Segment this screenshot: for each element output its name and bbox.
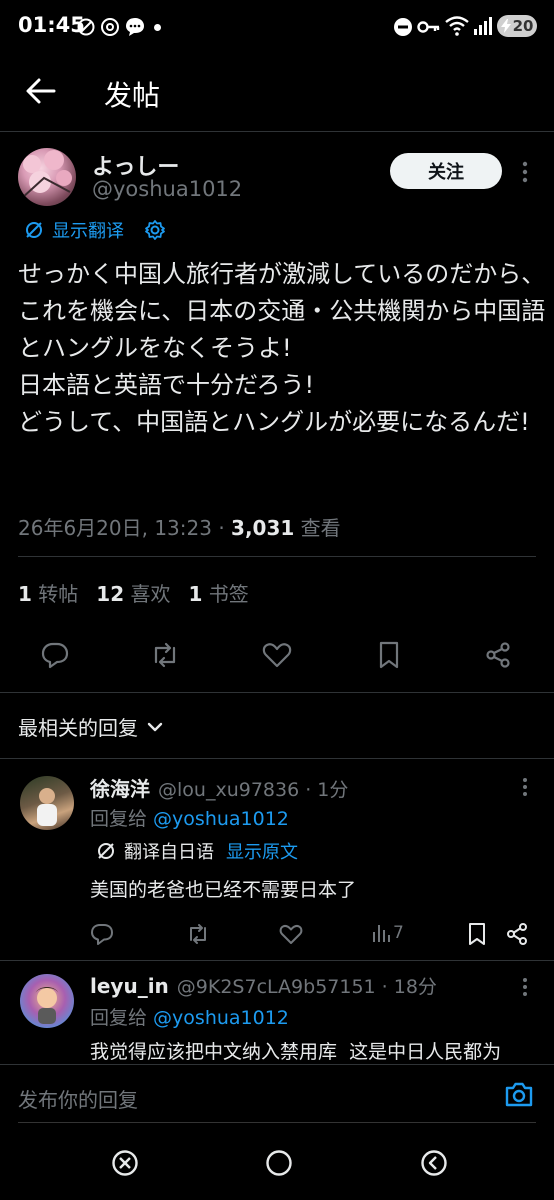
reply-avatar[interactable]	[20, 974, 74, 1028]
dnd-status-icon	[394, 18, 412, 36]
meta-divider	[18, 556, 536, 557]
reply-more-icon[interactable]	[521, 776, 529, 798]
battery-indicator: 20	[497, 15, 537, 37]
notification-dot-icon	[154, 24, 161, 31]
reposts-stat[interactable]: 1 转帖	[18, 578, 78, 607]
show-original-link[interactable]: 显示原文	[226, 838, 298, 864]
header-divider	[0, 131, 554, 132]
reply-to-handle[interactable]: @yoshua1012	[153, 808, 289, 830]
reply-views[interactable]: 7	[371, 922, 404, 944]
views-count: 3,031	[231, 516, 295, 540]
reply-avatar[interactable]	[20, 776, 74, 830]
page-title: 发帖	[104, 79, 161, 112]
likes-stat[interactable]: 12 喜欢	[96, 578, 170, 607]
back-arrow-icon[interactable]	[24, 76, 58, 106]
repost-icon[interactable]	[150, 640, 180, 670]
follow-button[interactable]: 关注	[390, 153, 502, 189]
tweet-meta: 26年6月20日, 13:23 · 3,031 查看	[18, 512, 341, 541]
status-time: 01:45	[18, 13, 85, 37]
translated-from-label: 翻译自日语	[124, 842, 214, 863]
no-disturb-status-icon	[77, 18, 95, 36]
charging-bolt-icon	[500, 19, 511, 33]
reply-share-icon[interactable]	[505, 922, 529, 946]
actions-divider	[0, 692, 554, 693]
person-photo	[37, 788, 57, 826]
tweet-timestamp[interactable]: 26年6月20日, 13:23 ·	[18, 516, 231, 540]
reply-views-count: 7	[393, 923, 404, 943]
back-nav-icon[interactable]	[420, 1149, 448, 1177]
translate-icon	[26, 222, 42, 238]
reply-to-handle[interactable]: @yoshua1012	[153, 1007, 289, 1029]
settings-gear-icon[interactable]	[144, 219, 166, 241]
reply-icon[interactable]	[40, 640, 70, 670]
compose-reply-input[interactable]: 发布你的回复	[18, 1084, 138, 1113]
bookmark-icon[interactable]	[374, 640, 404, 670]
show-translation-link[interactable]: 显示翻译	[52, 217, 124, 243]
reply-more-icon[interactable]	[521, 976, 529, 998]
compose-divider	[0, 1064, 554, 1065]
reply-header: 徐海洋 @lou_xu97836 · 1分	[90, 773, 348, 802]
reply-display-name[interactable]: leyu_in	[90, 974, 169, 998]
like-heart-icon[interactable]	[262, 640, 292, 670]
battery-level: 20	[512, 17, 534, 35]
reply-handle[interactable]: @lou_xu97836 · 1分	[158, 775, 348, 802]
reply-handle[interactable]: @9K2S7cLA9b57151 · 18分	[177, 972, 437, 999]
reply-to-line: 回复给 @yoshua1012	[90, 1007, 289, 1029]
wifi-status-icon	[445, 16, 469, 36]
chevron-down-icon	[147, 722, 163, 731]
reply-bookmark-icon[interactable]	[465, 922, 489, 946]
views-label: 查看	[294, 516, 341, 540]
tweet-stats: 1 转帖 12 喜欢 1 书签	[18, 578, 249, 607]
author-avatar[interactable]	[18, 148, 76, 206]
home-nav-icon[interactable]	[265, 1149, 293, 1177]
cartoon-avatar-image	[35, 987, 59, 1024]
reply-text: 我觉得应该把中文纳入禁用库 这是中日人民都为	[90, 1041, 502, 1063]
reply-display-name[interactable]: 徐海洋	[90, 773, 150, 802]
reply-to-line: 回复给 @yoshua1012	[90, 808, 289, 830]
reply-reply-icon[interactable]	[90, 922, 114, 946]
compose-bottom-divider	[18, 1122, 536, 1123]
share-icon[interactable]	[483, 640, 513, 670]
reply-divider	[0, 960, 554, 961]
reply-repost-icon[interactable]	[186, 922, 210, 946]
views-bar-icon	[373, 925, 390, 942]
author-handle[interactable]: @yoshua1012	[92, 177, 242, 201]
more-options-icon[interactable]	[521, 160, 529, 184]
reply-text: 美国的老爸也已经不需要日本了	[90, 879, 357, 901]
sort-label: 最相关的回复	[18, 716, 138, 740]
bookmarks-stat[interactable]: 1 书签	[188, 578, 248, 607]
tweet-text: せっかく中国人旅行者が激減しているのだから、これを機会に、日本の交通・公共機関か…	[18, 260, 546, 436]
translate-row: 显示翻译	[24, 217, 166, 243]
key-status-icon	[417, 21, 440, 33]
chatgpt-status-icon	[101, 18, 119, 36]
cherry-blossom-image	[21, 150, 72, 199]
signal-status-icon	[474, 17, 492, 35]
reply-header: leyu_in @9K2S7cLA9b57151 · 18分	[90, 972, 437, 999]
translate-icon	[98, 843, 114, 859]
close-apps-nav-icon[interactable]	[111, 1149, 139, 1177]
camera-icon[interactable]	[504, 1080, 534, 1108]
reply-translation-row: 翻译自日语 显示原文	[96, 838, 298, 864]
status-bar: 01:45 20	[0, 0, 554, 54]
message-status-icon	[126, 18, 144, 36]
sort-divider	[0, 758, 554, 759]
sort-replies-dropdown[interactable]: 最相关的回复	[18, 712, 164, 741]
reply-like-icon[interactable]	[279, 922, 303, 946]
